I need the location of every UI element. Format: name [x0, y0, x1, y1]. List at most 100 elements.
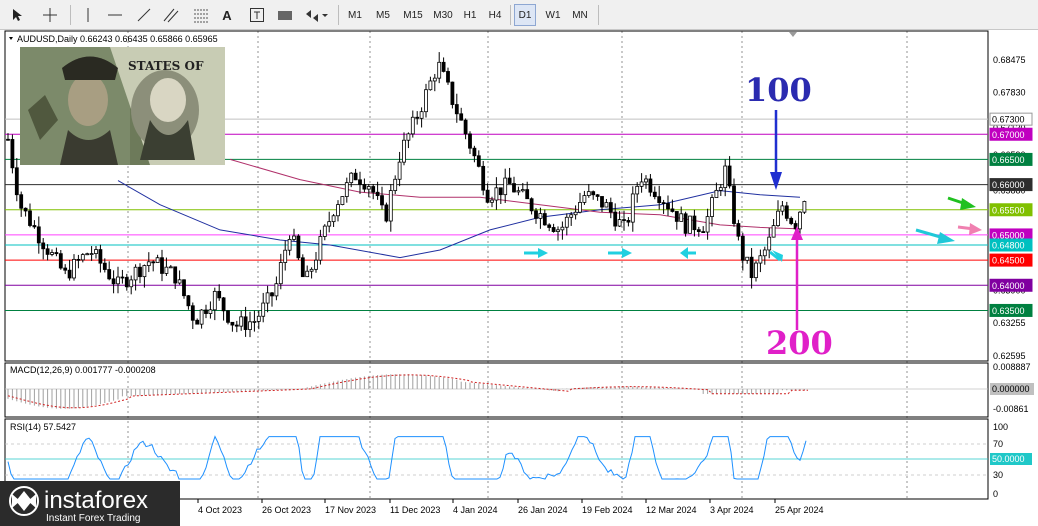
timeframe-m1[interactable]: M1	[344, 4, 366, 26]
candle-body	[595, 194, 600, 197]
timeframe-d1[interactable]: D1	[514, 4, 536, 26]
candle-body	[50, 252, 54, 255]
date-tick-label: 4 Jan 2024	[453, 505, 498, 515]
candle-body	[344, 182, 349, 197]
candle-body	[582, 195, 587, 203]
candle-body	[591, 191, 596, 196]
candle-body	[292, 235, 296, 240]
candle-body	[36, 226, 41, 244]
candle-body	[494, 187, 499, 201]
candle-body	[520, 189, 525, 192]
price-tick-label: 0.67830	[993, 87, 1026, 97]
candle-body	[327, 221, 332, 227]
timeframe-w1[interactable]: W1	[541, 4, 565, 26]
candle-body	[63, 267, 68, 271]
candle-body	[80, 254, 85, 261]
macd-title: MACD(12,26,9) 0.001777 -0.000208	[10, 365, 156, 375]
symbol-info: AUDUSD,Daily 0.66243 0.66435 0.65866 0.6…	[17, 34, 218, 44]
candle-body	[160, 257, 164, 274]
channel-tool-icon[interactable]	[160, 4, 182, 26]
text-tool-button[interactable]: A	[218, 4, 236, 26]
candle-body	[428, 80, 433, 91]
candle-body	[622, 219, 626, 221]
fibonacci-tool-icon[interactable]	[190, 4, 212, 26]
candle-body	[705, 216, 710, 233]
candle-body	[626, 220, 631, 223]
candle-body	[120, 276, 125, 279]
candle-body	[274, 283, 279, 297]
toolbar: A M1 M5 M15 M30 H1 H4 D1 W1 MN	[0, 0, 1038, 30]
candle-body	[560, 226, 565, 231]
candle-body	[85, 253, 90, 256]
candle-body	[578, 202, 582, 213]
candle-body	[366, 186, 371, 190]
brand-name: instaforex	[44, 487, 148, 514]
candle-body	[507, 177, 512, 184]
timeframe-m15[interactable]: M15	[399, 4, 427, 26]
label-100: 100	[745, 71, 812, 109]
candle-body	[674, 211, 679, 222]
candle-body	[94, 249, 98, 254]
candle-body	[666, 203, 670, 210]
crosshair-tool-icon[interactable]	[38, 4, 62, 26]
candle-body	[76, 258, 81, 261]
candle-body	[516, 190, 521, 193]
date-tick-label: 11 Dec 2023	[390, 505, 440, 515]
candle-body	[762, 249, 767, 257]
date-tick-label: 25 Apr 2024	[775, 505, 824, 515]
candle-body	[195, 319, 200, 325]
candle-body	[278, 262, 283, 285]
rsi-level-label: 50.0000	[992, 454, 1025, 464]
candle-body	[604, 202, 609, 208]
timeframe-h1[interactable]: H1	[459, 4, 481, 26]
candle-body	[476, 155, 481, 167]
trendline-tool-icon[interactable]	[134, 4, 154, 26]
candle-body	[72, 258, 76, 279]
candle-body	[586, 191, 591, 196]
candle-body	[384, 204, 389, 222]
timeframe-m30[interactable]: M30	[429, 4, 457, 26]
candle-body	[432, 77, 437, 82]
candle-body	[226, 310, 230, 323]
candle-body	[168, 266, 173, 269]
level-price-label: 0.63500	[992, 306, 1025, 316]
candle-body	[714, 189, 719, 198]
candle-body	[208, 309, 213, 314]
candle-body	[692, 215, 697, 231]
candle-body	[155, 257, 160, 263]
candle-body	[380, 195, 384, 206]
rsi-tick-label: 0	[993, 489, 998, 499]
chart-area[interactable]: AUDUSD,Daily 0.66243 0.66435 0.65866 0.6…	[0, 30, 1038, 526]
candle-body	[296, 235, 301, 259]
candle-body	[780, 205, 785, 212]
candle-body	[243, 316, 248, 330]
candle-body	[644, 178, 648, 183]
candle-body	[256, 315, 261, 322]
level-price-label: 0.65500	[992, 205, 1025, 215]
candle-body	[569, 214, 574, 218]
candle-body	[177, 279, 182, 284]
vertical-line-tool-icon[interactable]	[80, 4, 96, 26]
candle-body	[349, 172, 354, 184]
candle-body	[406, 133, 411, 141]
timeframe-m5[interactable]: M5	[371, 4, 395, 26]
rectangle-tool-icon[interactable]	[274, 4, 296, 26]
candle-body	[736, 223, 741, 237]
candle-body	[190, 305, 195, 321]
candle-body	[688, 215, 692, 234]
timeframe-h4[interactable]: H4	[484, 4, 506, 26]
candle-body	[415, 116, 420, 119]
candle-body	[463, 119, 468, 135]
candle-body	[89, 253, 94, 255]
timeframe-mn[interactable]: MN	[568, 4, 592, 26]
cursor-tool-icon[interactable]	[6, 4, 28, 26]
candle-body	[248, 321, 252, 330]
candle-body	[450, 81, 455, 105]
rsi-tick-label: 30	[993, 470, 1003, 480]
candle-body	[701, 231, 706, 233]
text-label-tool-icon[interactable]	[246, 4, 268, 26]
horizontal-line-tool-icon[interactable]	[105, 4, 125, 26]
banknote-image: STATES OF	[20, 47, 225, 165]
arrows-dropdown-icon[interactable]	[302, 4, 330, 26]
candle-body	[657, 196, 662, 203]
